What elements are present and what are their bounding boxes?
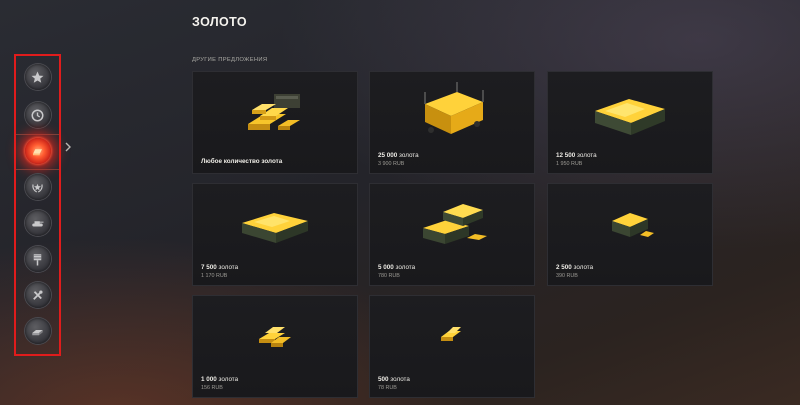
sidebar-item-gold[interactable] xyxy=(24,138,51,164)
offer-card-1000[interactable]: 1 000 золота 156 RUB xyxy=(192,295,358,398)
offer-card-5000[interactable]: 5 000 золота 780 RUB xyxy=(369,183,535,286)
offer-label: Любое количество золота xyxy=(201,158,283,165)
chevron-right-icon[interactable] xyxy=(64,142,72,152)
sidebar-item-star[interactable] xyxy=(24,64,51,90)
sidebar-item-tank[interactable] xyxy=(24,210,51,236)
two-gold-bars-image xyxy=(370,296,534,374)
offer-card-any-amount[interactable]: Любое количество золота xyxy=(192,71,358,174)
wreath-star-icon xyxy=(32,183,43,193)
sidebar-item-tools[interactable] xyxy=(24,282,51,308)
offer-price: 3 900 RUB xyxy=(378,161,405,167)
stack-icon xyxy=(32,329,43,335)
offer-amount: 25 000 золота xyxy=(378,152,419,159)
gold-bars-equipment-image xyxy=(193,72,357,150)
offer-card-500[interactable]: 500 золота 78 RUB xyxy=(369,295,535,398)
offer-amount: 1 000 золота xyxy=(201,376,239,383)
gold-bars-image xyxy=(193,296,357,374)
offer-amount: 5 000 золота xyxy=(378,264,416,271)
gold-crate-image xyxy=(193,184,357,262)
page-title: ЗОЛОТО xyxy=(192,15,248,29)
wrench-icon xyxy=(33,289,43,300)
sidebar-item-clock[interactable] xyxy=(24,102,51,128)
offer-amount: 12 500 золота xyxy=(556,152,597,159)
offer-card-25000[interactable]: 25 000 золота 3 900 RUB xyxy=(369,71,535,174)
offer-price: 1 170 RUB xyxy=(201,273,228,279)
sidebar-nav xyxy=(14,54,61,356)
flag-icon xyxy=(33,253,42,265)
clock-icon xyxy=(31,109,44,121)
offer-amount: 500 золота xyxy=(378,376,410,383)
sidebar-item-wreath[interactable] xyxy=(24,174,51,200)
gold-boxes-image xyxy=(370,184,534,262)
offer-price: 156 RUB xyxy=(201,385,223,391)
section-label: ДРУГИЕ ПРЕДЛОЖЕНИЯ xyxy=(192,57,268,63)
sidebar-item-flag[interactable] xyxy=(24,246,51,272)
offer-price: 390 RUB xyxy=(556,273,578,279)
offer-amount: 7 500 золота xyxy=(201,264,239,271)
offer-card-2500[interactable]: 2 500 золота 390 RUB xyxy=(547,183,713,286)
offer-card-12500[interactable]: 12 500 золота 1 950 RUB xyxy=(547,71,713,174)
gold-bar-icon xyxy=(33,148,42,155)
small-gold-box-image xyxy=(548,184,712,262)
gold-cart-image xyxy=(370,72,534,150)
large-gold-crate-image xyxy=(548,72,712,150)
sidebar-item-stack[interactable] xyxy=(24,318,51,344)
offer-card-7500[interactable]: 7 500 золота 1 170 RUB xyxy=(192,183,358,286)
offer-price: 78 RUB xyxy=(378,385,397,391)
offer-amount: 2 500 золота xyxy=(556,264,594,271)
tank-icon xyxy=(32,220,44,226)
offer-price: 1 950 RUB xyxy=(556,161,583,167)
offer-price: 780 RUB xyxy=(378,273,400,279)
star-icon xyxy=(31,71,44,83)
